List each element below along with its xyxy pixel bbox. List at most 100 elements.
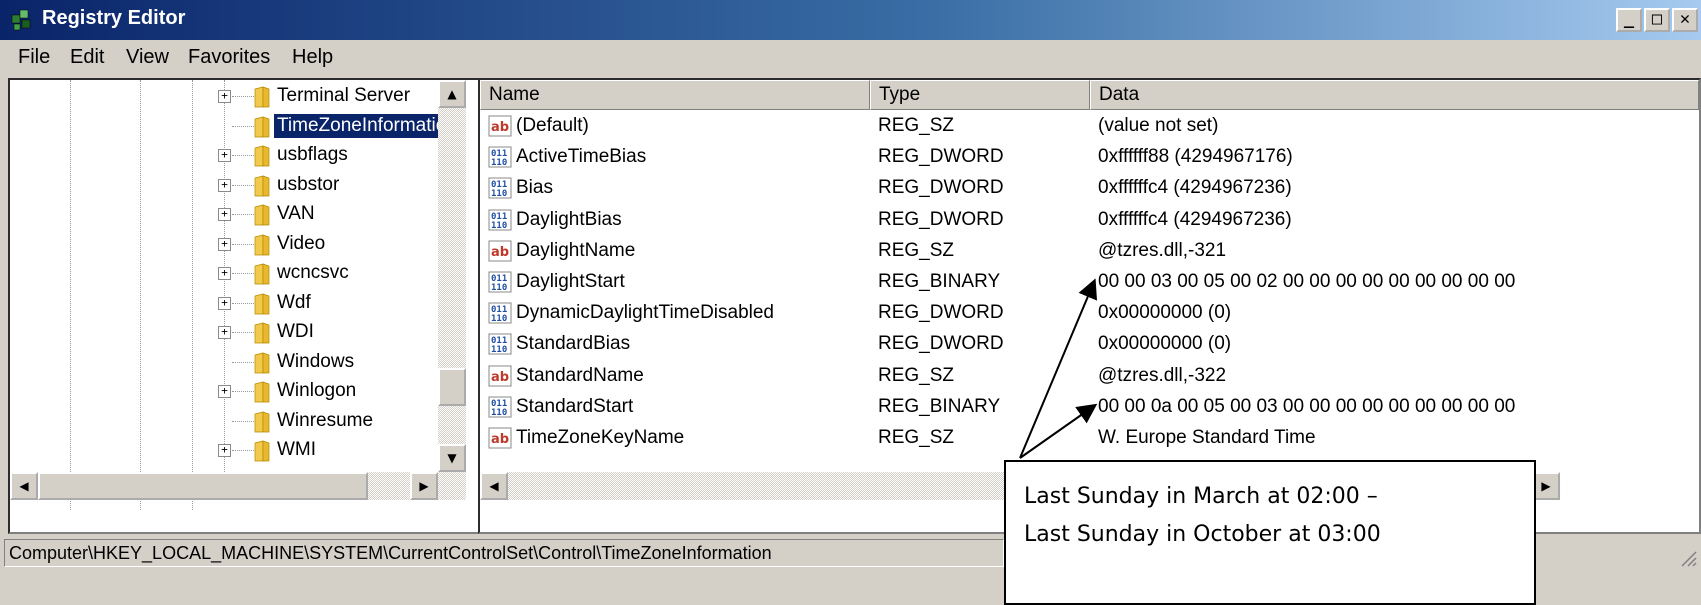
tree-connector (232, 332, 256, 333)
value-row[interactable]: ab StandardName REG_SZ @tzres.dll,-322 (480, 362, 1660, 393)
menu-edit[interactable]: Edit (70, 46, 104, 69)
tree-item-label[interactable]: usbstor (274, 173, 342, 197)
value-type: REG_DWORD (878, 177, 1004, 199)
value-type: REG_BINARY (878, 395, 1001, 417)
tree-connector (232, 155, 256, 156)
tree-item[interactable]: Windows (10, 348, 480, 378)
svg-text:110: 110 (491, 408, 507, 418)
tree-horizontal-thumb[interactable] (38, 472, 368, 500)
tree-scroll-up-button[interactable]: ▲ (438, 80, 466, 108)
svg-text:ab: ab (491, 370, 509, 385)
value-data: 00 00 03 00 05 00 02 00 00 00 00 00 00 0… (1098, 271, 1516, 292)
menu-view[interactable]: View (126, 46, 169, 69)
folder-icon (254, 293, 270, 314)
expand-icon[interactable]: + (218, 296, 231, 310)
value-row[interactable]: ab (Default) REG_SZ (value not set) (480, 112, 1660, 143)
expand-icon[interactable]: + (218, 444, 231, 457)
value-row[interactable]: 011 110 DaylightBias REG_DWORD 0xffffffc4 (4… (480, 206, 1660, 237)
window-title: Registry Editor (42, 7, 186, 29)
expand-icon[interactable]: + (218, 90, 231, 103)
value-data: 00 00 0a 00 05 00 03 00 00 00 00 00 00 0… (1098, 395, 1516, 417)
expand-icon[interactable]: + (218, 267, 231, 280)
svg-text:110: 110 (491, 314, 507, 324)
menu-favorites[interactable]: Favorites (188, 46, 270, 69)
value-name: StandardBias (516, 333, 631, 355)
tree-item-label[interactable]: WDI (274, 320, 317, 344)
tree-connector (232, 273, 256, 274)
title-bar[interactable]: Registry Editor _ □ ✕ (0, 0, 1701, 40)
column-header-name[interactable]: Name (480, 80, 870, 110)
close-button[interactable]: ✕ (1672, 8, 1698, 32)
folder-icon (254, 86, 270, 108)
value-type: REG_SZ (878, 364, 955, 386)
tree-connector (232, 450, 256, 451)
tree-item[interactable]: + WDI (10, 318, 480, 348)
tree-item-label[interactable]: Wdf (274, 291, 314, 315)
tree-item[interactable]: + Winlogon (10, 377, 480, 407)
binary-value-icon: 011110 (488, 396, 512, 418)
tree-connector (232, 420, 256, 422)
value-data: 0x00000000 (0) (1098, 333, 1232, 355)
tree-item[interactable]: + usbflags (10, 141, 480, 171)
tree-item[interactable]: + VAN (10, 200, 480, 230)
value-row[interactable]: 011 110 StandardBias REG_DWORD 0x00000000 (0… (480, 330, 1660, 361)
expand-icon[interactable]: + (218, 208, 231, 221)
tree-item[interactable]: + usbstor (10, 171, 480, 201)
column-header-data[interactable]: Data (1090, 80, 1699, 110)
tree-scroll-left-button[interactable]: ◀ (10, 472, 38, 500)
tree-item-label[interactable]: Video (274, 232, 328, 256)
tree-item-label[interactable]: wcncsvc (274, 261, 352, 285)
resize-grip-icon[interactable] (1677, 547, 1697, 567)
folder-icon (254, 204, 270, 226)
tree-item-label[interactable]: Windows (274, 350, 357, 374)
tree-item[interactable]: + wcncsvc (10, 259, 480, 289)
value-row[interactable]: 011 110 ActiveTimeBias REG_DWORD 0xffffff88 … (480, 143, 1660, 174)
tree-scroll-thumb[interactable] (438, 368, 466, 406)
menu-file[interactable]: File (18, 46, 50, 69)
tree-item-label[interactable]: Terminal Server (274, 84, 413, 108)
value-row[interactable]: 011 110 Bias REG_DWORD 0xffffffc4 (429496723… (480, 174, 1660, 205)
tree-item-label[interactable]: Winlogon (274, 379, 359, 403)
tree-item-label[interactable]: usbflags (274, 143, 351, 167)
menu-help[interactable]: Help (292, 46, 333, 69)
expand-icon[interactable]: + (218, 178, 231, 192)
tree-scroll-down-button[interactable]: ▼ (438, 444, 466, 472)
expand-icon[interactable]: + (218, 385, 231, 398)
tree-item[interactable]: + WMI (10, 436, 480, 466)
value-type: REG_SZ (878, 239, 955, 261)
list-scroll-left-button[interactable]: ◀ (480, 472, 508, 500)
tree-item[interactable]: TimeZoneInformation (10, 112, 480, 142)
value-row[interactable]: 011 110 StandardStart REG_BINARY 00 00 0a 00… (480, 393, 1660, 424)
tree-item[interactable]: Winresume (10, 407, 480, 437)
registry-editor-icon (11, 9, 31, 31)
tree-item-label[interactable]: Winresume (274, 409, 376, 433)
tree-item-label[interactable]: VAN (274, 202, 318, 226)
tree-scroll-right-button[interactable]: ▶ (410, 472, 438, 500)
column-header-type[interactable]: Type (870, 80, 1090, 110)
value-row[interactable]: 011 110 DaylightStart REG_BINARY 00 00 03 00… (480, 268, 1660, 299)
tree-item-label[interactable]: WMI (274, 438, 319, 462)
tree-vertical-scrollbar[interactable] (438, 80, 466, 472)
tree-item[interactable]: + Wdf (10, 289, 480, 319)
value-name: DaylightName (516, 239, 636, 261)
value-row[interactable]: 011 110 DynamicDaylightTimeDisabled REG_DWO… (480, 299, 1660, 330)
list-scroll-right-button[interactable]: ▶ (1532, 472, 1560, 500)
folder-icon (254, 145, 270, 167)
tree-connector (232, 125, 256, 127)
tree-item[interactable]: + Terminal Server (10, 82, 480, 112)
value-type: REG_BINARY (878, 271, 1001, 292)
value-data: @tzres.dll,-321 (1098, 239, 1227, 261)
maximize-button[interactable]: □ (1644, 8, 1670, 32)
key-tree-pane[interactable]: + Terminal Server TimeZoneInformation + usbf… (8, 78, 506, 534)
expand-icon[interactable]: + (218, 149, 231, 162)
value-row[interactable]: ab TimeZoneKeyName REG_SZ W. Europe Standar… (480, 424, 1660, 455)
binary-value-icon: 011110 (488, 146, 512, 168)
value-type: REG_SZ (878, 115, 955, 136)
expand-icon[interactable]: + (218, 237, 231, 251)
expand-icon[interactable]: + (218, 326, 231, 339)
tree-item[interactable]: + Video (10, 230, 480, 260)
minimize-button[interactable]: _ (1616, 8, 1642, 32)
value-row[interactable]: ab DaylightName REG_SZ @tzres.dll,-321 (480, 237, 1660, 268)
folder-icon (254, 411, 270, 432)
tree-item-label-selected[interactable]: TimeZoneInformation (273, 112, 447, 139)
